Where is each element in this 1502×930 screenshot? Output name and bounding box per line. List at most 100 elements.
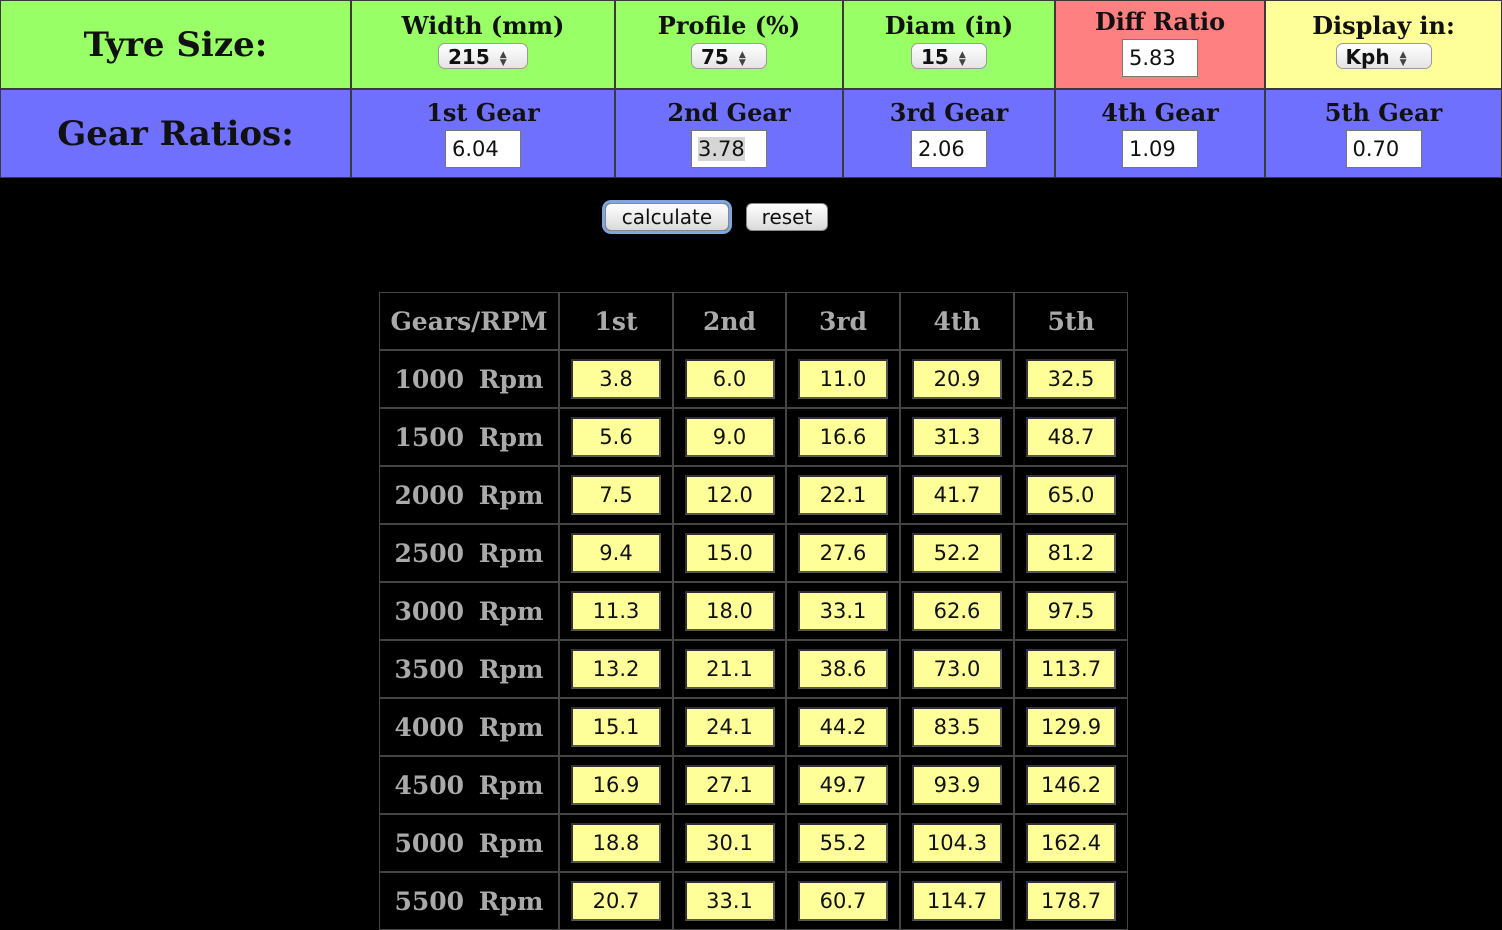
gear-ratios-label-text: Gear Ratios: [57, 113, 294, 154]
tyre-size-label: Tyre Size: [0, 0, 351, 89]
speed-value-field[interactable]: 129.9 [1026, 707, 1116, 747]
header-1st: 1st [559, 292, 673, 350]
speed-value-field[interactable]: 49.7 [798, 765, 888, 805]
speed-value-field[interactable]: 16.9 [571, 765, 661, 805]
speed-value-field[interactable]: 15.0 [684, 533, 775, 573]
profile-select[interactable]: 75 ▲ ▼ [691, 43, 767, 69]
diff-ratio-input[interactable]: 5.83 [1122, 39, 1198, 77]
rpm-cell: 1500 Rpm [379, 408, 559, 466]
speed-value-field[interactable]: 97.5 [1026, 591, 1116, 631]
speed-value-field[interactable]: 60.7 [798, 881, 888, 921]
speed-cell: 33.1 [786, 582, 900, 640]
speed-value-field[interactable]: 27.1 [684, 765, 775, 805]
speed-value-field[interactable]: 11.3 [571, 591, 661, 631]
speed-value-field[interactable]: 48.7 [1026, 417, 1116, 457]
speed-cell: 97.5 [1014, 582, 1128, 640]
speed-value-field[interactable]: 113.7 [1026, 649, 1116, 689]
speed-value-field[interactable]: 20.9 [912, 359, 1002, 399]
table-row: 3000 Rpm 11.3 18.0 33.1 62.6 97.5 [379, 582, 1128, 640]
speed-value-field[interactable]: 20.7 [571, 881, 661, 921]
rpm-label: 4500 Rpm [394, 770, 544, 800]
speed-value-field[interactable]: 65.0 [1026, 475, 1116, 515]
speed-value-field[interactable]: 104.3 [912, 823, 1002, 863]
speed-value-field[interactable]: 73.0 [912, 649, 1002, 689]
rpm-cell: 2500 Rpm [379, 524, 559, 582]
reset-button[interactable]: reset [746, 203, 828, 231]
speed-value-field[interactable]: 62.6 [912, 591, 1002, 631]
header-2nd: 2nd [673, 292, 786, 350]
speed-value-field[interactable]: 13.2 [571, 649, 661, 689]
rpm-label: 3000 Rpm [394, 596, 544, 626]
diff-ratio-value: 5.83 [1129, 46, 1176, 70]
width-select[interactable]: 215 ▲ ▼ [438, 43, 528, 69]
rpm-cell: 3500 Rpm [379, 640, 559, 698]
gear-3-input[interactable]: 2.06 [911, 130, 987, 168]
speed-value-field[interactable]: 9.0 [684, 417, 775, 457]
speed-value-field[interactable]: 22.1 [798, 475, 888, 515]
speed-cell: 129.9 [1014, 698, 1128, 756]
speed-value-field[interactable]: 30.1 [684, 823, 775, 863]
speed-value-field[interactable]: 27.6 [798, 533, 888, 573]
calculate-button[interactable]: calculate [605, 203, 729, 231]
speed-value-field[interactable]: 9.4 [571, 533, 661, 573]
speed-value-field[interactable]: 6.0 [684, 359, 775, 399]
rpm-label: 4000 Rpm [394, 712, 544, 742]
diam-header: Diam (in) [884, 11, 1014, 40]
speed-value-field[interactable]: 21.1 [684, 649, 775, 689]
speed-cell: 22.1 [786, 466, 900, 524]
speed-value-field[interactable]: 15.1 [571, 707, 661, 747]
rpm-label: 1500 Rpm [394, 422, 544, 452]
speed-cell: 11.0 [786, 350, 900, 408]
speed-cell: 27.1 [673, 756, 786, 814]
diam-select[interactable]: 15 ▲ ▼ [911, 43, 987, 69]
speed-value-field[interactable]: 31.3 [912, 417, 1002, 457]
header-text: 4th [933, 306, 981, 336]
gear-3-header: 3rd Gear [889, 98, 1009, 127]
width-select-value: 215 [448, 45, 490, 69]
speed-cell: 18.8 [559, 814, 673, 872]
gear-1-input[interactable]: 6.04 [445, 130, 521, 168]
speed-value-field[interactable]: 146.2 [1026, 765, 1116, 805]
speed-value-field[interactable]: 52.2 [912, 533, 1002, 573]
gear-2-input[interactable]: 3.78 [691, 130, 767, 168]
gear-5-input[interactable]: 0.70 [1345, 130, 1422, 168]
speed-value-field[interactable]: 93.9 [912, 765, 1002, 805]
gear-4-input[interactable]: 1.09 [1122, 130, 1198, 168]
speed-value-field[interactable]: 83.5 [912, 707, 1002, 747]
speed-value-field[interactable]: 7.5 [571, 475, 661, 515]
table-row: 2500 Rpm 9.4 15.0 27.6 52.2 81.2 [379, 524, 1128, 582]
speed-value-field[interactable]: 18.0 [684, 591, 775, 631]
speed-value-field[interactable]: 3.8 [571, 359, 661, 399]
speed-value-field[interactable]: 178.7 [1026, 881, 1116, 921]
speed-cell: 162.4 [1014, 814, 1128, 872]
table-row: 4000 Rpm 15.1 24.1 44.2 83.5 129.9 [379, 698, 1128, 756]
rpm-cell: 5500 Rpm [379, 872, 559, 930]
speed-value-field[interactable]: 32.5 [1026, 359, 1116, 399]
speed-value-field[interactable]: 33.1 [798, 591, 888, 631]
speed-value-field[interactable]: 44.2 [798, 707, 888, 747]
gear-5-value: 0.70 [1352, 137, 1400, 161]
speed-value-field[interactable]: 16.6 [798, 417, 888, 457]
speed-value-field[interactable]: 162.4 [1026, 823, 1116, 863]
speed-value-field[interactable]: 41.7 [912, 475, 1002, 515]
table-header-row: Gears/RPM 1st 2nd 3rd 4th 5th [379, 292, 1128, 350]
header-text: 1st [594, 306, 638, 336]
speed-cell: 31.3 [900, 408, 1014, 466]
speed-value-field[interactable]: 81.2 [1026, 533, 1116, 573]
speed-value-field[interactable]: 18.8 [571, 823, 661, 863]
gear-4-header: 4th Gear [1101, 98, 1219, 127]
speed-value-field[interactable]: 11.0 [798, 359, 888, 399]
speed-value-field[interactable]: 38.6 [798, 649, 888, 689]
speed-value-field[interactable]: 55.2 [798, 823, 888, 863]
updown-arrows-icon: ▲ ▼ [1399, 49, 1407, 68]
display-unit-select[interactable]: Kph ▲ ▼ [1335, 43, 1432, 69]
speed-value-field[interactable]: 33.1 [684, 881, 775, 921]
gear-3-cell: 3rd Gear 2.06 [843, 89, 1055, 178]
speed-value-field[interactable]: 5.6 [571, 417, 661, 457]
speed-cell: 104.3 [900, 814, 1014, 872]
speed-cell: 83.5 [900, 698, 1014, 756]
speed-value-field[interactable]: 12.0 [684, 475, 775, 515]
speed-value-field[interactable]: 114.7 [912, 881, 1002, 921]
speed-cell: 7.5 [559, 466, 673, 524]
speed-value-field[interactable]: 24.1 [684, 707, 775, 747]
